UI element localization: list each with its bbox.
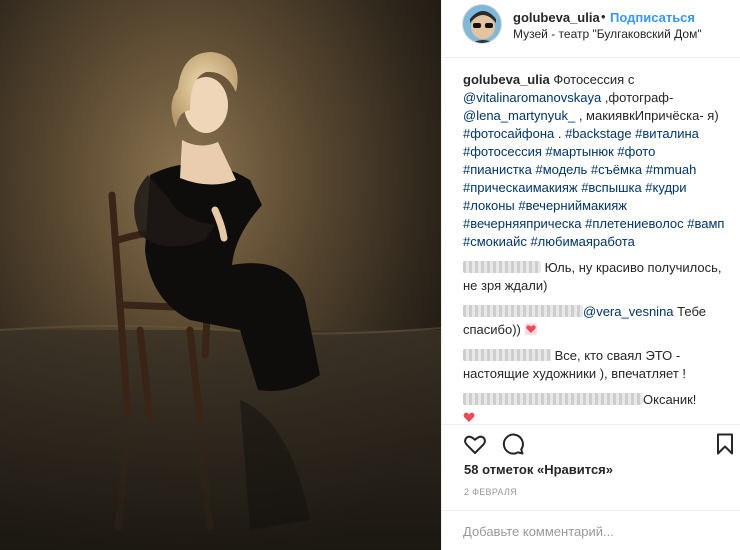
- comment-text: Оксаник!: [643, 392, 697, 407]
- comments-list[interactable]: golubeva_ulia Фотосессия с @vitalinaroma…: [442, 58, 740, 424]
- blurred-username: [463, 305, 583, 317]
- caption-hashtags[interactable]: #фотосайфона . #backstage #виталина #фот…: [463, 126, 724, 249]
- comment-bubble-icon[interactable]: [501, 432, 525, 456]
- follow-button[interactable]: Подписаться: [610, 10, 695, 25]
- photo-illustration: [0, 0, 441, 550]
- post-location[interactable]: Музей - театр "Булгаковский Дом": [513, 27, 702, 41]
- comment-item: @vera_vesnina Тебе спасибо)): [463, 303, 727, 339]
- caption-username[interactable]: golubeva_ulia: [463, 72, 550, 87]
- blurred-username: [463, 349, 551, 361]
- author-username[interactable]: golubeva_ulia: [513, 10, 600, 25]
- heart-emoji-icon: [463, 412, 475, 422]
- header-separator: •: [601, 9, 606, 24]
- comment-item: Оксаник!: [463, 391, 727, 424]
- comment-item: Юль, ну красиво получилось, не зря ждали…: [463, 259, 727, 295]
- post-date[interactable]: 2 ФЕВРАЛЯ: [464, 487, 517, 497]
- author-avatar[interactable]: [462, 4, 502, 44]
- caption-mention[interactable]: @lena_martynyuk_: [463, 108, 575, 123]
- post-details-panel: golubeva_ulia • Подписаться Музей - теат…: [441, 0, 740, 550]
- heart-emoji-icon: [524, 323, 537, 335]
- add-comment-input[interactable]: [463, 522, 713, 540]
- post-photo[interactable]: [0, 0, 441, 550]
- avatar-image: [463, 5, 501, 43]
- comment-item: Все, кто сваял ЭТО - настоящие художники…: [463, 347, 727, 383]
- post-header: golubeva_ulia • Подписаться Музей - теат…: [442, 0, 740, 58]
- comment-mention[interactable]: @vera_vesnina: [583, 304, 674, 319]
- likes-count[interactable]: 58 отметок «Нравится»: [464, 462, 613, 477]
- add-comment-section: [442, 510, 740, 550]
- bookmark-icon[interactable]: [713, 432, 737, 456]
- action-bar: [442, 424, 740, 458]
- caption-text: Фотосессия с: [549, 72, 635, 87]
- heart-outline-icon[interactable]: [463, 432, 487, 456]
- caption-mention[interactable]: @vitalinaromanovskaya: [463, 90, 601, 105]
- caption-text: , макиявкИпричёска- я): [575, 108, 719, 123]
- blurred-username: [463, 261, 541, 273]
- blurred-username: [463, 393, 643, 405]
- post-caption: golubeva_ulia Фотосессия с @vitalinaroma…: [463, 71, 727, 251]
- caption-text: ,фотограф-: [601, 90, 674, 105]
